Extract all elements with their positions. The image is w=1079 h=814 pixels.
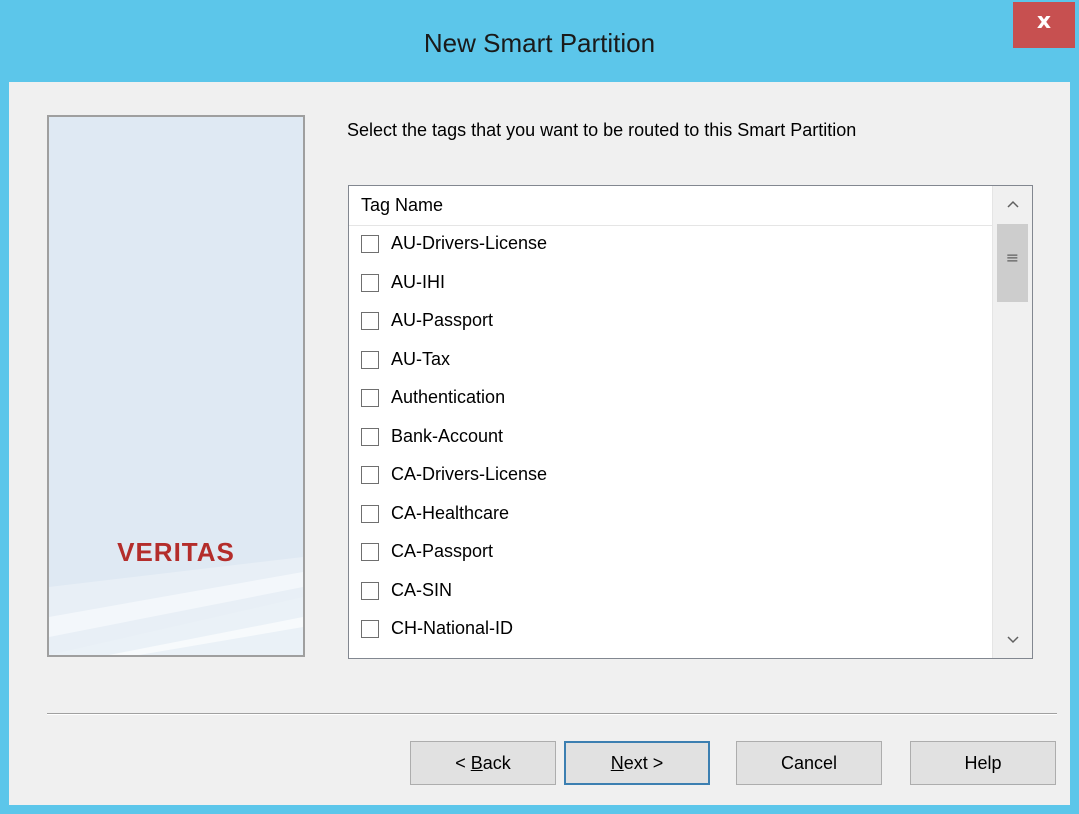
tag-label: Bank-Account [391,425,504,446]
tag-label: CH-National-ID [391,618,514,638]
tag-label: CA-Healthcare [391,502,510,523]
tag-checkbox[interactable] [361,273,379,292]
column-header-tag-name[interactable]: Tag Name [349,186,992,226]
tag-rows: AU-Drivers-License AU-IHI AU-Passport AU… [349,226,992,650]
next-rest: ext > [623,753,664,773]
wizard-banner: VERITAS [47,115,305,657]
title-bar[interactable]: New Smart Partition x [2,2,1077,82]
vertical-scrollbar[interactable]: ≡ [992,186,1032,658]
list-item[interactable]: Authentication [349,380,992,419]
tag-checkbox[interactable] [361,312,379,330]
back-mnemonic: B [470,753,483,773]
tag-checkbox[interactable] [361,620,379,638]
close-button[interactable]: x [1013,2,1075,48]
tag-label: AU-Tax [391,348,451,369]
back-rest: ack [482,753,511,773]
tag-checkbox[interactable] [361,350,379,369]
tag-checkbox[interactable] [361,466,379,484]
list-item[interactable]: AU-Passport [349,303,992,342]
scroll-up-button[interactable] [993,186,1032,222]
tag-list[interactable]: Tag Name AU-Drivers-License AU-IHI AU-Pa… [348,185,1033,659]
tag-label: AU-Passport [391,310,494,330]
dialog-body: VERITAS Select the tags that you want to… [9,82,1070,805]
chevron-down-icon [1006,636,1019,644]
button-separator [47,713,1057,715]
tag-checkbox[interactable] [361,235,379,253]
cancel-button[interactable]: Cancel [736,741,882,785]
next-mnemonic: N [610,753,624,773]
list-item[interactable]: Bank-Account [349,419,992,458]
help-button[interactable]: Help [910,741,1056,785]
tag-checkbox[interactable] [361,389,379,407]
tag-checkbox[interactable] [361,581,379,600]
scroll-down-button[interactable] [993,622,1032,658]
close-icon: x [1036,9,1052,34]
list-item[interactable]: AU-Tax [349,342,992,381]
tag-label: CA-Passport [391,541,494,561]
tag-label: Authentication [391,387,506,407]
grip-icon: ≡ [1005,248,1020,267]
list-item[interactable]: CA-Drivers-License [349,457,992,496]
instruction-text: Select the tags that you want to be rout… [347,120,857,140]
tag-checkbox[interactable] [361,427,379,446]
dialog-window: New Smart Partition x VERITAS Select the… [0,0,1079,814]
tag-checkbox[interactable] [361,504,379,523]
tag-label: CA-SIN [391,579,453,600]
banner-graphic [49,557,303,655]
list-item[interactable]: CA-SIN [349,573,992,612]
window-title: New Smart Partition [423,28,656,58]
list-item[interactable]: CA-Healthcare [349,496,992,535]
back-prefix: < [455,753,471,773]
back-button[interactable]: < Back [410,741,556,785]
veritas-logo: VERITAS [117,537,235,567]
tag-label: CA-Drivers-License [391,464,548,484]
chevron-up-icon [1006,200,1019,208]
next-button[interactable]: Next > [564,741,710,785]
list-item[interactable]: AU-IHI [349,265,992,304]
scroll-thumb[interactable]: ≡ [997,224,1028,302]
list-item[interactable]: CA-Passport [349,534,992,573]
tag-label: AU-Drivers-License [391,233,548,253]
list-item[interactable]: CH-National-ID [349,611,992,650]
tag-checkbox[interactable] [361,543,379,561]
column-header-label: Tag Name [361,195,444,215]
tag-label: AU-IHI [391,271,445,292]
list-item[interactable]: AU-Drivers-License [349,226,992,265]
